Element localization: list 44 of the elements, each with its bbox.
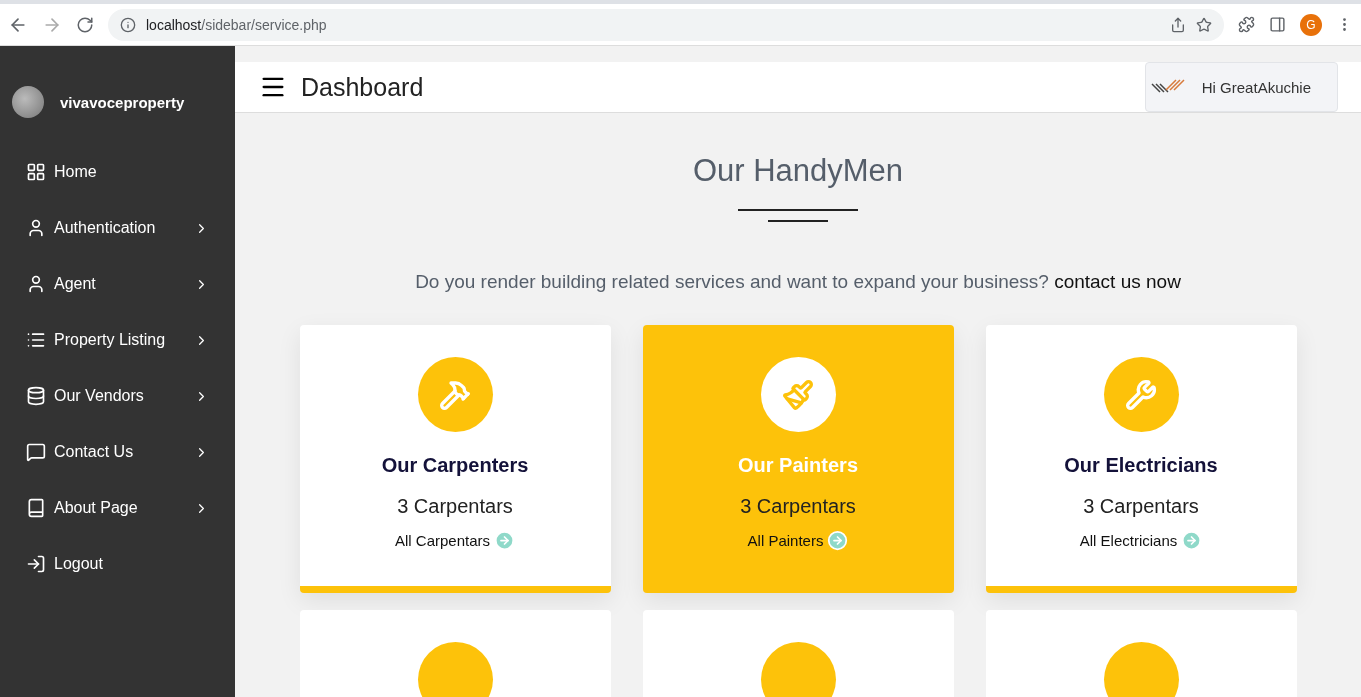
contact-link[interactable]: contact us now: [1054, 271, 1181, 292]
brand-logo: [12, 86, 44, 118]
logout-icon: [26, 554, 46, 574]
grid-icon: [26, 162, 46, 182]
list-icon: [26, 330, 46, 350]
sidebar-item[interactable]: Home: [0, 144, 235, 200]
card-title: Our Carpenters: [381, 454, 529, 477]
database-icon: [26, 386, 46, 406]
card-count: 3 Carpentars: [740, 495, 856, 518]
address-bar[interactable]: localhost/sidebar/service.php: [108, 8, 1224, 41]
sidebar-item[interactable]: Logout: [0, 536, 235, 592]
url-host: localhost: [146, 16, 202, 33]
card-title: Our Painters: [737, 454, 858, 477]
reload-icon[interactable]: [76, 15, 94, 34]
card-count: 3 Carpentars: [397, 495, 513, 518]
card-title: Our Electricians: [1064, 454, 1218, 477]
sidebar-item[interactable]: Agent: [0, 256, 235, 312]
card-count: 3 Carpentars: [1083, 495, 1199, 518]
url-path: /sidebar/service.php: [201, 16, 327, 33]
book-icon: [26, 498, 46, 518]
page-title: Dashboard: [301, 72, 425, 102]
brand-name: vivavoceproperty: [60, 93, 185, 111]
card-link[interactable]: All Electricians: [1079, 530, 1203, 551]
share-icon[interactable]: [1170, 16, 1186, 33]
wrench-icon: [1125, 378, 1157, 411]
side-panel-icon[interactable]: [1269, 16, 1286, 33]
extensions-icon[interactable]: [1238, 16, 1255, 33]
paintbrush-icon: [782, 378, 814, 411]
user-icon: [26, 274, 46, 294]
info-icon[interactable]: [120, 16, 136, 33]
sidebar-item[interactable]: About Page: [0, 480, 235, 536]
user-icon: [26, 218, 46, 238]
star-icon[interactable]: [1196, 16, 1212, 33]
intro-text: Do you render building related services and want to expand your business? contact us now: [415, 271, 1181, 293]
card-link[interactable]: All Carpentars: [394, 530, 515, 551]
sidebar-item[interactable]: Property Listing: [0, 312, 235, 368]
user-badge[interactable]: Hi GreatAkuchie: [1144, 62, 1338, 112]
card-link[interactable]: All Painters: [747, 530, 849, 551]
sidebar-item[interactable]: Authentication: [0, 200, 235, 256]
sidebar-item[interactable]: Contact Us: [0, 424, 235, 480]
chat-icon: [26, 442, 46, 462]
sidebar-item[interactable]: Our Vendors: [0, 368, 235, 424]
section-title: Our HandyMen: [692, 153, 904, 189]
hammer-icon: [439, 378, 471, 411]
